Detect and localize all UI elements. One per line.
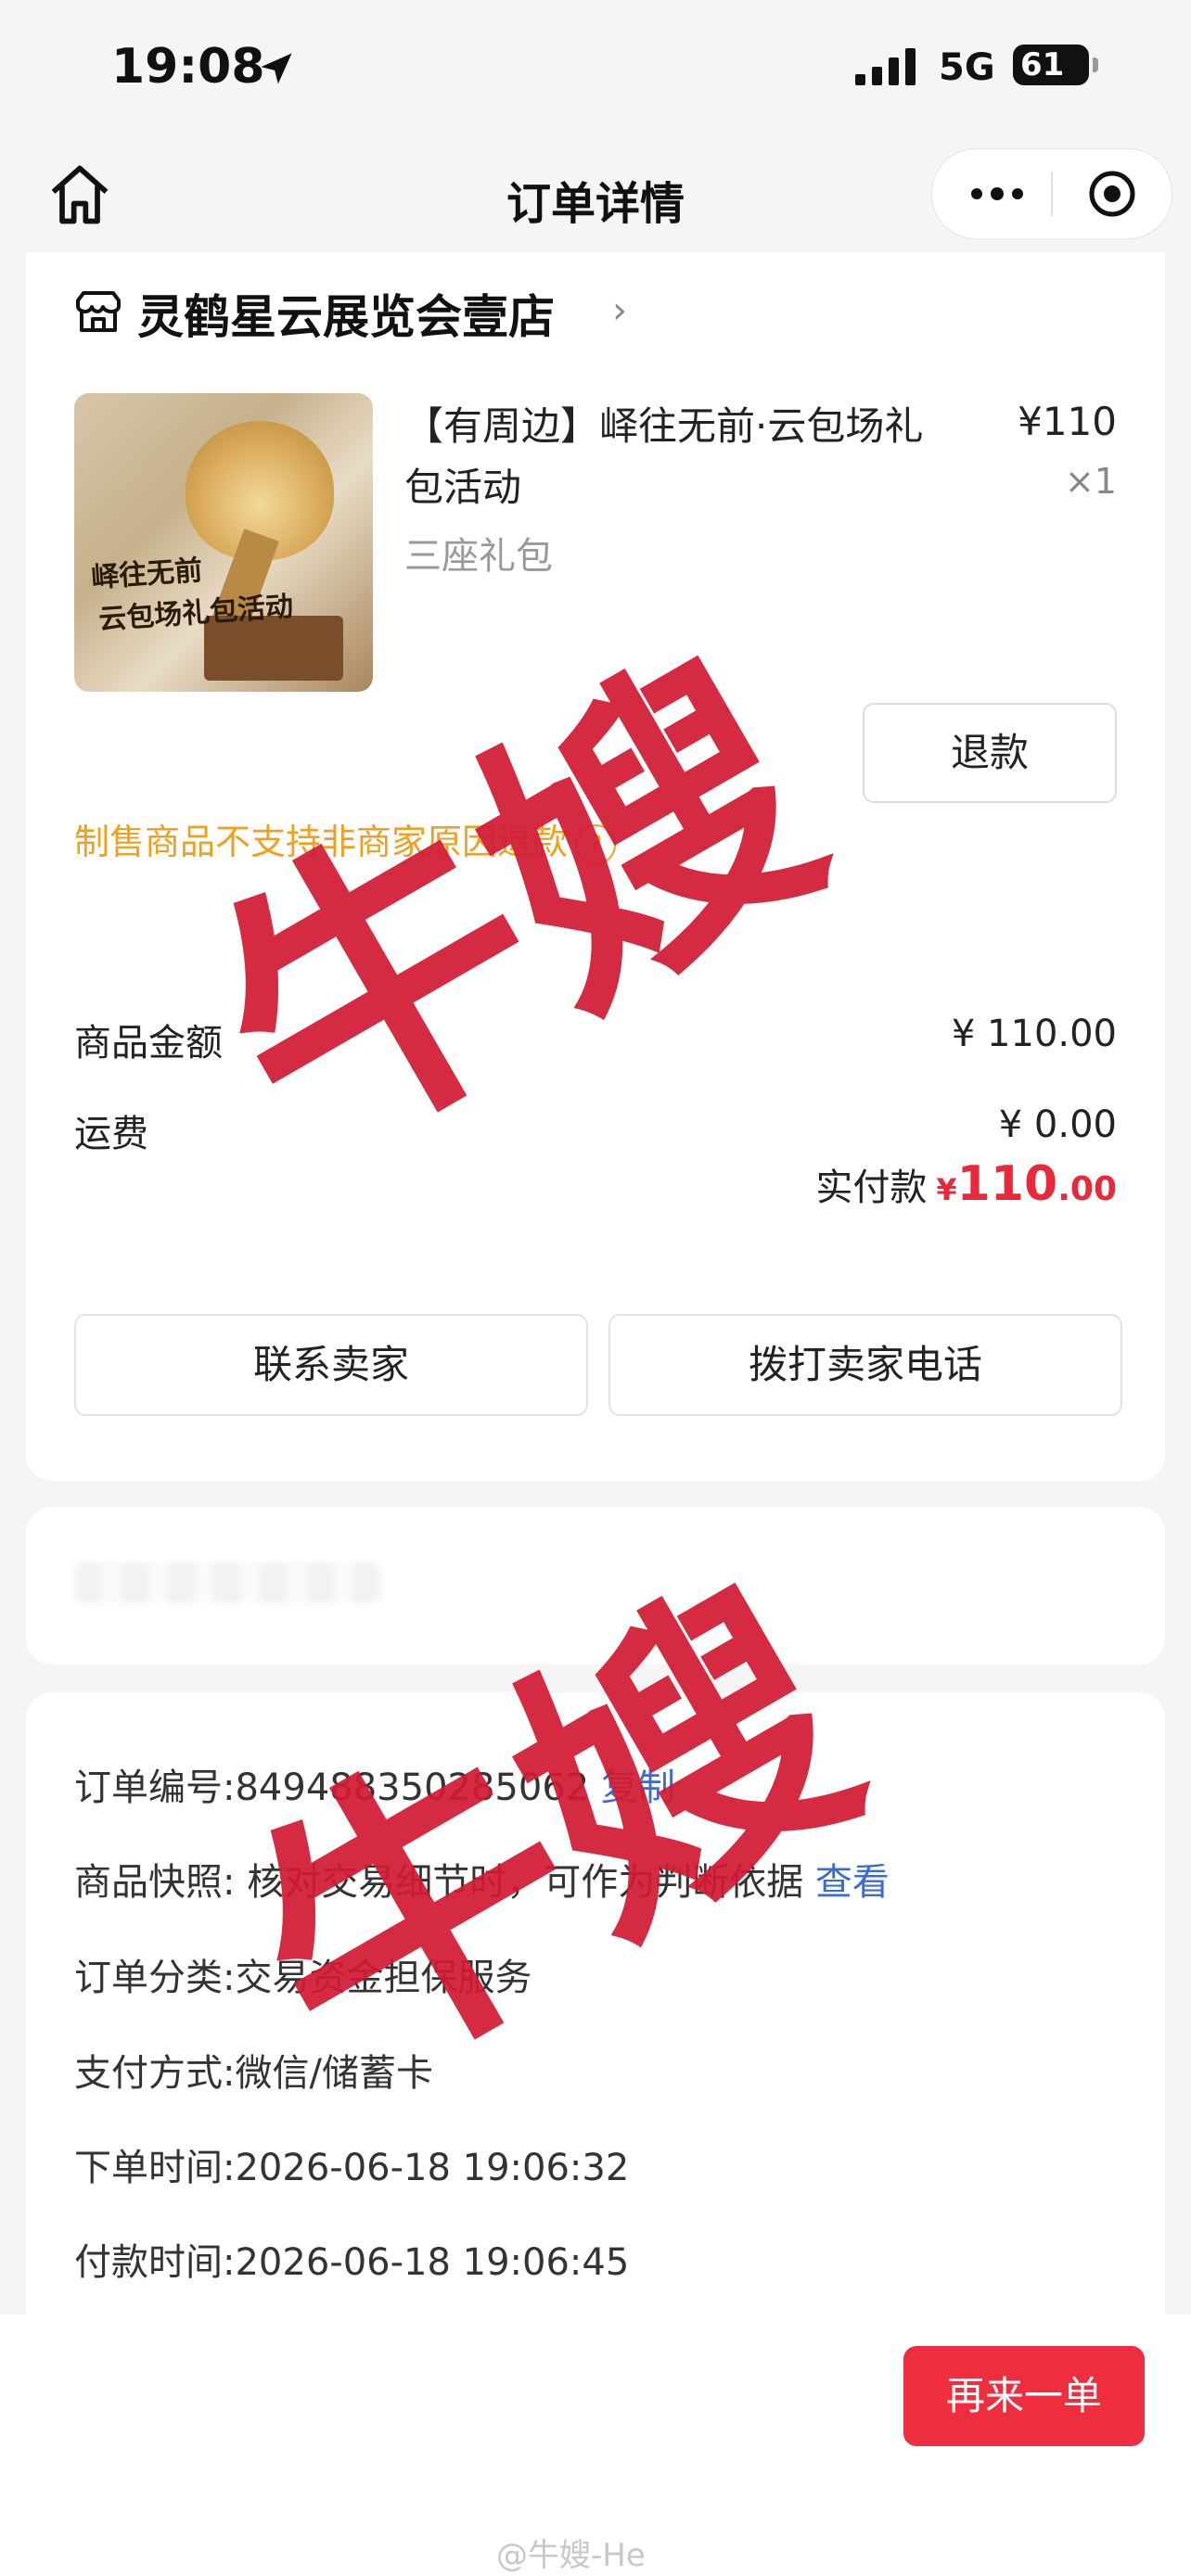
paid-time-label: 付款时间:: [74, 2241, 236, 2284]
product-image[interactable]: 峄往无前 云包场礼包活动: [74, 393, 373, 692]
product-quantity: ×1: [1064, 461, 1117, 502]
paid-amount: 实付款 ¥110.00: [815, 1156, 1117, 1212]
shipping-value: ¥ 0.00: [998, 1103, 1117, 1146]
network-type: 5G: [939, 46, 995, 89]
paid-decimal: .00: [1057, 1170, 1117, 1208]
category-label: 订单分类:: [74, 1957, 236, 1999]
paid-label: 实付款: [815, 1167, 928, 1209]
created-time-row: 下单时间:2026-06-18 19:06:32: [74, 2137, 629, 2191]
nav-bar: 订单详情: [0, 139, 1191, 255]
goods-amount-label: 商品金额: [74, 1022, 223, 1065]
blurred-text: [74, 1562, 380, 1603]
call-seller-button[interactable]: 拨打卖家电话: [608, 1314, 1122, 1416]
paid-time: 2026-06-18 19:06:45: [235, 2241, 630, 2284]
location-arrow-icon: [261, 53, 292, 84]
reorder-button[interactable]: 再来一单: [903, 2346, 1145, 2446]
product-spec: 三座礼包: [404, 535, 553, 578]
bottom-action-bar: 再来一单 @牛嫂-He: [0, 2315, 1191, 2576]
clock: 19:08: [111, 39, 265, 95]
status-bar: 19:08 5G 61: [0, 0, 1191, 139]
paid-time-row: 付款时间:2026-06-18 19:06:45: [74, 2232, 629, 2286]
created-time-label: 下单时间:: [74, 2147, 236, 2189]
more-icon[interactable]: [969, 181, 1025, 207]
product-image-text-1: 峄往无前: [90, 554, 204, 595]
battery-level: 61: [1020, 46, 1065, 83]
shop-icon: [76, 291, 121, 332]
paid-currency: ¥: [936, 1172, 957, 1207]
weibo-watermark: @牛嫂-He: [496, 2537, 646, 2574]
battery-icon: 61: [1013, 45, 1089, 85]
created-time: 2026-06-18 19:06:32: [235, 2147, 630, 2189]
payment-label: 支付方式:: [74, 2052, 236, 2095]
shop-name[interactable]: 灵鹤星云展览会壹店: [137, 280, 555, 347]
signal-icon: [855, 48, 916, 85]
contact-seller-button[interactable]: 联系卖家: [74, 1314, 588, 1416]
goods-amount-value: ¥ 110.00: [951, 1013, 1117, 1055]
chevron-right-icon[interactable]: ›: [612, 289, 627, 332]
product-title[interactable]: 【有周边】峄往无前·云包场礼包活动: [404, 396, 961, 518]
mini-program-capsule: [931, 148, 1172, 239]
product-price: ¥110: [1018, 399, 1117, 444]
snapshot-label: 商品快照:: [74, 1861, 236, 1904]
refund-button[interactable]: 退款: [863, 703, 1117, 803]
shipping-label: 运费: [74, 1113, 148, 1155]
capsule-divider: [1051, 172, 1053, 216]
close-program-icon[interactable]: [1088, 170, 1136, 218]
paid-integer: 110: [956, 1156, 1058, 1212]
battery-tip: [1093, 57, 1098, 72]
